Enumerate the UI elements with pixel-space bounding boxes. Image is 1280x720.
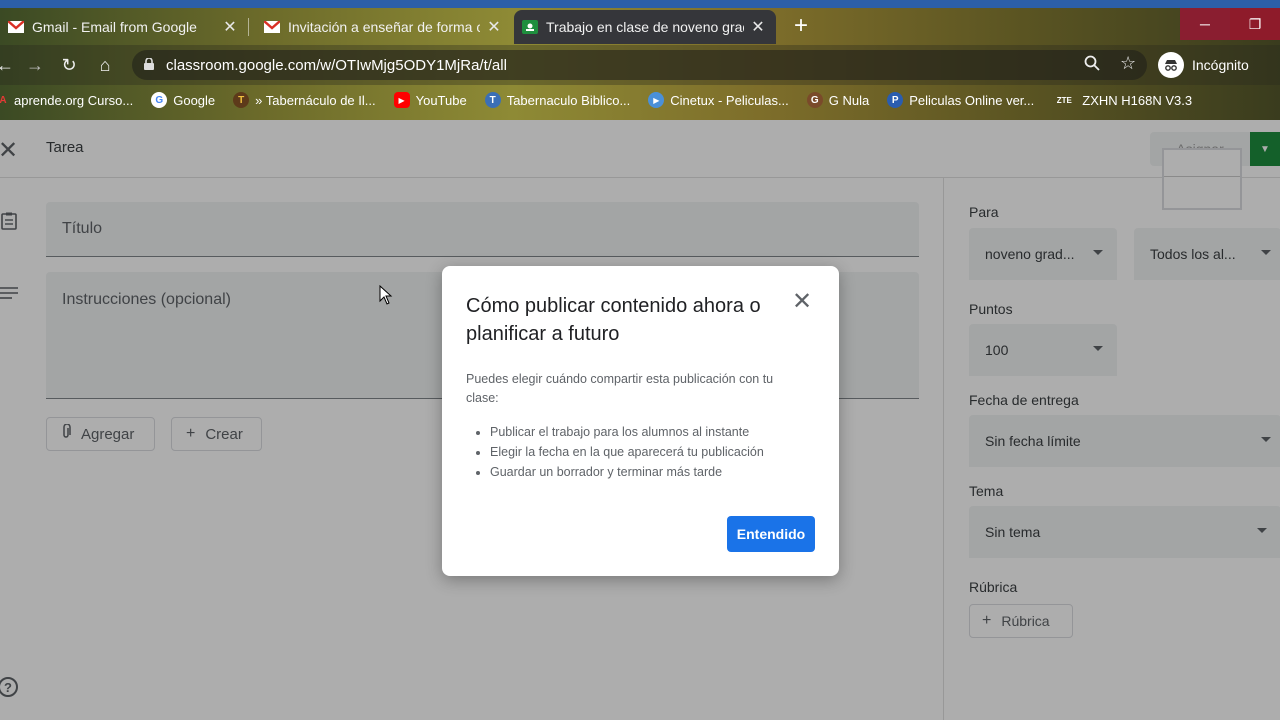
- reload-icon[interactable]: ↻: [58, 54, 80, 76]
- bookmark-label: YouTube: [415, 92, 467, 108]
- youtube-icon: ▶: [393, 92, 410, 108]
- tabernaculo-icon: T: [233, 92, 250, 108]
- bookmark-item[interactable]: ZTE ZXHN H168N V3.3: [1052, 92, 1192, 108]
- tab-invitation[interactable]: Invitación a enseñar de forma co ✕: [256, 10, 512, 44]
- bookmark-label: aprende.org Curso...: [14, 92, 134, 108]
- tabernaculo-biblico-icon: T: [484, 92, 501, 108]
- tab-label: Gmail - Email from Google: [32, 19, 197, 35]
- classroom-icon: [522, 19, 538, 35]
- tab-gmail[interactable]: Gmail - Email from Google ✕: [0, 10, 248, 44]
- bookmark-label: ZXHN H168N V3.3: [1082, 92, 1193, 108]
- bookmark-item[interactable]: G Google: [151, 92, 215, 108]
- minimize-icon[interactable]: ─: [1180, 8, 1230, 40]
- got-it-button[interactable]: Entendido: [727, 516, 815, 552]
- close-icon[interactable]: ✕: [792, 290, 812, 314]
- tab-close-icon[interactable]: ✕: [222, 17, 238, 37]
- window-controls: ─ ❐: [1180, 8, 1280, 40]
- tab-close-icon[interactable]: ✕: [750, 17, 766, 37]
- browser-chrome: Gmail - Email from Google ✕ Invitación a…: [0, 0, 1280, 120]
- lock-icon: [144, 56, 156, 73]
- peliculas-icon: P: [887, 92, 904, 108]
- dialog-intro: Puedes elegir cuándo compartir esta publ…: [466, 372, 774, 405]
- incognito-indicator[interactable]: Incógnito: [1158, 51, 1249, 79]
- bookmark-label: Cinetux - Peliculas...: [670, 92, 789, 108]
- bookmark-label: Tabernaculo Biblico...: [506, 92, 631, 108]
- bookmark-star-icon[interactable]: ☆: [1120, 53, 1136, 74]
- new-tab-icon[interactable]: +: [788, 14, 814, 40]
- dialog-title: Cómo publicar contenido ahora o planific…: [466, 295, 761, 345]
- tab-close-icon[interactable]: ✕: [486, 17, 502, 37]
- tab-separator: [248, 18, 249, 36]
- gmail-icon: [8, 19, 24, 35]
- list-item: Elegir la fecha en la que aparecerá tu p…: [490, 442, 810, 462]
- url-text: classroom.google.com/w/OTIwMjg5ODY1MjRa/…: [166, 56, 507, 74]
- incognito-label: Incógnito: [1192, 57, 1249, 73]
- mouse-cursor-icon: [379, 285, 393, 305]
- bookmark-label: Google: [173, 92, 216, 108]
- bookmark-label: » Tabernáculo de Il...: [255, 92, 376, 108]
- list-item: Publicar el trabajo para los alumnos al …: [490, 422, 810, 442]
- bookmark-item[interactable]: A aprende.org Curso...: [0, 92, 133, 108]
- google-icon: G: [151, 92, 168, 108]
- gmail-icon: [264, 19, 280, 35]
- restore-icon[interactable]: ❐: [1230, 8, 1280, 40]
- bookmark-item[interactable]: T » Tabernáculo de Il...: [233, 92, 376, 108]
- bookmark-item[interactable]: G G Nula: [806, 92, 870, 108]
- home-icon[interactable]: ⌂: [94, 54, 116, 76]
- cinetux-icon: ▶: [648, 92, 665, 108]
- tab-label: Invitación a enseñar de forma co: [288, 19, 480, 35]
- incognito-icon: [1158, 52, 1184, 78]
- publish-info-dialog: Cómo publicar contenido ahora o planific…: [442, 266, 839, 576]
- forward-icon[interactable]: →: [24, 54, 46, 76]
- dialog-list: Publicar el trabajo para los alumnos al …: [490, 422, 810, 482]
- back-icon[interactable]: ←: [0, 54, 16, 76]
- bookmark-label: Peliculas Online ver...: [909, 92, 1035, 108]
- bookmark-item[interactable]: P Peliculas Online ver...: [887, 92, 1034, 108]
- bookmark-item[interactable]: T Tabernaculo Biblico...: [484, 92, 631, 108]
- tab-classroom[interactable]: Trabajo en clase de noveno grad ✕: [514, 10, 776, 44]
- address-bar[interactable]: classroom.google.com/w/OTIwMjg5ODY1MjRa/…: [132, 50, 1147, 80]
- zte-icon: ZTE: [1056, 95, 1072, 105]
- bookmark-item[interactable]: ▶ YouTube: [393, 92, 467, 108]
- bookmark-label: G Nula: [828, 92, 870, 108]
- chrome-top-strip: [0, 0, 1280, 8]
- tab-label: Trabajo en clase de noveno grad: [546, 19, 744, 35]
- bookmarks-bar: A aprende.org Curso... G Google T » Tabe…: [0, 86, 1280, 114]
- bookmark-item[interactable]: ▶ Cinetux - Peliculas...: [648, 92, 789, 108]
- gnula-icon: G: [806, 92, 823, 108]
- list-item: Guardar un borrador y terminar más tarde: [490, 462, 810, 482]
- aprende-icon: A: [0, 94, 7, 106]
- zoom-icon[interactable]: [1084, 55, 1100, 76]
